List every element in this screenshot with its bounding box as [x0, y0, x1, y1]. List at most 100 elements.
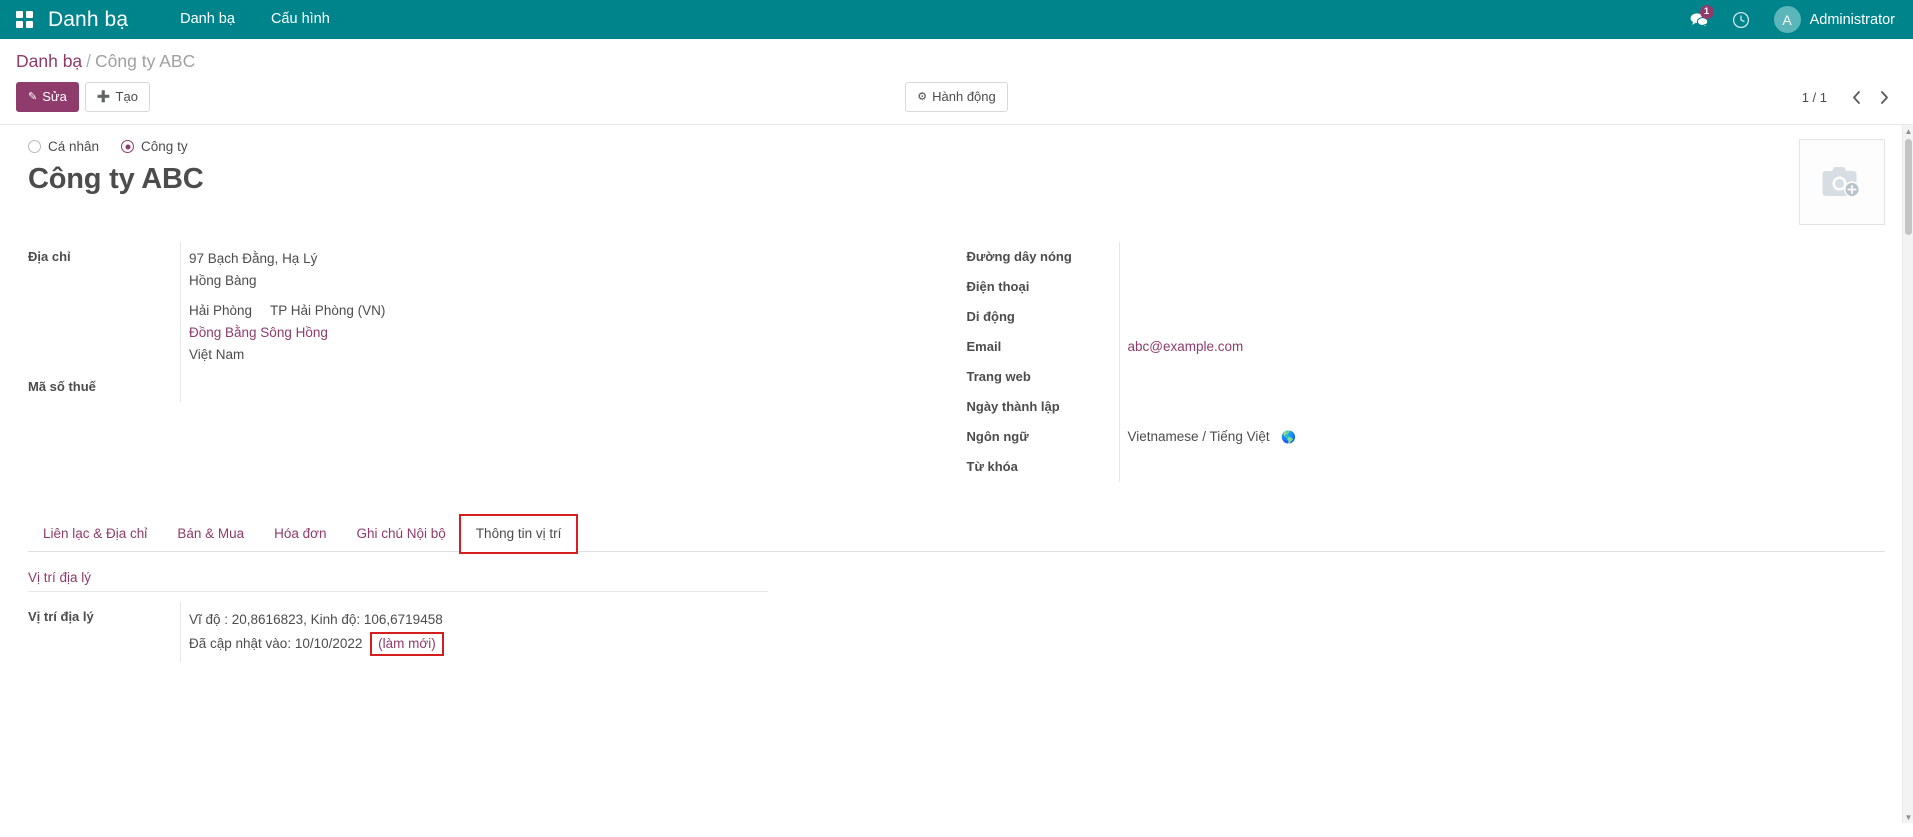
- field-tax-id-label: Mã số thuế: [28, 372, 180, 401]
- chevron-right-icon: [1880, 91, 1889, 104]
- gear-icon: ⚙: [917, 92, 927, 103]
- field-website-value[interactable]: [1119, 362, 1856, 392]
- pager: 1 / 1: [1802, 82, 1897, 108]
- action-button[interactable]: ⚙ Hành động: [905, 82, 1008, 112]
- field-hotline: Đường dây nóng: [967, 242, 1856, 272]
- camera-add-icon: [1821, 164, 1863, 200]
- breadcrumb-root[interactable]: Danh bạ: [16, 51, 82, 71]
- email-link[interactable]: abc@example.com: [1128, 339, 1244, 354]
- create-button-label: Tạo: [116, 88, 138, 106]
- radio-individual-mark: [28, 140, 41, 153]
- field-tax-id: Mã số thuế: [28, 372, 927, 402]
- field-language-value[interactable]: Vietnamese / Tiếng Việt 🌎: [1119, 422, 1856, 452]
- field-mobile: Di động: [967, 302, 1856, 332]
- tab-internal-notes[interactable]: Ghi chú Nội bộ: [342, 516, 461, 552]
- field-phone: Điện thoại: [967, 272, 1856, 302]
- field-geolocation: Vị trí địa lý Vĩ độ : 20,8616823, Kinh đ…: [28, 602, 1885, 662]
- geolocation-refresh-link[interactable]: (làm mới): [372, 634, 442, 654]
- top-navbar: Danh bạ Danh bạ Cấu hình 1 A Administrat…: [0, 0, 1913, 39]
- geolocation-section-title: Vị trí địa lý: [28, 570, 768, 592]
- tab-pane-location-info: Vị trí địa lý Vị trí địa lý Vĩ độ : 20,8…: [28, 552, 1885, 662]
- globe-icon[interactable]: 🌎: [1281, 430, 1296, 444]
- field-hotline-value[interactable]: [1119, 242, 1856, 272]
- left-field-group: Địa chỉ 97 Bạch Đằng, Hạ Lý Hồng Bàng Hả…: [28, 242, 957, 482]
- field-address: Địa chỉ 97 Bạch Đằng, Hạ Lý Hồng Bàng Hả…: [28, 242, 927, 372]
- breadcrumb-separator: /: [86, 51, 91, 71]
- menu-item-contacts[interactable]: Danh bạ: [162, 0, 253, 39]
- main-menu: Danh bạ Cấu hình: [162, 0, 348, 39]
- field-geolocation-label: Vị trí địa lý: [28, 602, 180, 631]
- address-state: TP Hải Phòng (VN): [270, 300, 385, 322]
- field-address-value[interactable]: 97 Bạch Đằng, Hạ Lý Hồng Bàng Hải Phòng …: [180, 242, 927, 372]
- partner-type-radio-group: Cá nhân Công ty: [28, 139, 1885, 154]
- field-founded-date-value[interactable]: [1119, 392, 1856, 422]
- field-email-value[interactable]: abc@example.com: [1119, 332, 1856, 362]
- field-email-label: Email: [967, 332, 1119, 361]
- radio-individual-label: Cá nhân: [48, 139, 99, 154]
- right-field-group: Đường dây nóng Điện thoại Di động Email …: [957, 242, 1886, 482]
- field-tags-value[interactable]: [1119, 452, 1856, 482]
- address-street2: Hồng Bàng: [189, 270, 927, 292]
- activities-button[interactable]: [1720, 0, 1762, 39]
- field-mobile-value[interactable]: [1119, 302, 1856, 332]
- notebook-tabs: Liên lạc & Địa chỉ Bán & Mua Hóa đơn Ghi…: [28, 516, 1885, 552]
- field-phone-value[interactable]: [1119, 272, 1856, 302]
- plus-icon: ➕: [97, 92, 111, 103]
- action-button-label: Hành động: [932, 88, 996, 106]
- control-panel-buttons-row: ✎ Sửa ➕ Tạo ⚙ Hành động 1 / 1: [16, 82, 1897, 112]
- tab-sales-purchase[interactable]: Bán & Mua: [162, 516, 259, 552]
- messages-button[interactable]: 1: [1678, 0, 1720, 39]
- pager-next-button[interactable]: [1871, 86, 1897, 108]
- navbar-right-section: 1 A Administrator: [1678, 0, 1899, 39]
- field-hotline-label: Đường dây nóng: [967, 242, 1119, 271]
- tab-location-info[interactable]: Thông tin vị trí: [461, 516, 577, 552]
- pager-previous-button[interactable]: [1843, 86, 1869, 108]
- control-panel-center: ⚙ Hành động: [16, 82, 1897, 112]
- language-value-text: Vietnamese / Tiếng Việt: [1128, 429, 1270, 444]
- address-street: 97 Bạch Đằng, Hạ Lý: [189, 248, 927, 270]
- address-region[interactable]: Đồng Bằng Sông Hồng: [189, 322, 927, 344]
- breadcrumb: Danh bạ/Công ty ABC: [16, 49, 1897, 73]
- field-tax-id-value[interactable]: [180, 372, 927, 402]
- radio-company-label: Công ty: [141, 139, 188, 154]
- field-email: Email abc@example.com: [967, 332, 1856, 362]
- address-city: Hải Phòng: [189, 300, 252, 322]
- scrollbar-thumb[interactable]: [1905, 139, 1912, 235]
- field-mobile-label: Di động: [967, 302, 1119, 331]
- vertical-scrollbar[interactable]: ▲ ▼: [1902, 125, 1913, 823]
- field-geolocation-value: Vĩ độ : 20,8616823, Kinh độ: 106,6719458…: [180, 602, 1885, 662]
- field-groups: Địa chỉ 97 Bạch Đằng, Hạ Lý Hồng Bàng Hả…: [28, 242, 1885, 482]
- apps-menu-toggle[interactable]: [0, 0, 48, 39]
- tab-invoicing[interactable]: Hóa đơn: [259, 516, 341, 552]
- user-menu[interactable]: A Administrator: [1762, 6, 1899, 33]
- app-brand-title: Danh bạ: [48, 8, 128, 32]
- field-tags: Từ khóa: [967, 452, 1856, 482]
- form-sheet-container: Cá nhân Công ty Công ty ABC Địa chỉ 97 B…: [0, 125, 1913, 823]
- create-button[interactable]: ➕ Tạo: [85, 82, 150, 112]
- field-founded-date: Ngày thành lập: [967, 392, 1856, 422]
- page-title: Công ty ABC: [28, 160, 1885, 198]
- user-name-label: Administrator: [1810, 12, 1895, 28]
- field-website-label: Trang web: [967, 362, 1119, 391]
- field-address-label: Địa chỉ: [28, 242, 180, 271]
- control-panel: Danh bạ/Công ty ABC ✎ Sửa ➕ Tạo ⚙ Hành đ…: [0, 39, 1913, 125]
- contact-image-upload[interactable]: [1799, 139, 1885, 225]
- field-phone-label: Điện thoại: [967, 272, 1119, 301]
- field-founded-date-label: Ngày thành lập: [967, 392, 1119, 421]
- geolocation-updated-text: Đã cập nhật vào: 10/10/2022: [189, 636, 362, 651]
- geolocation-updated-row: Đã cập nhật vào: 10/10/2022 (làm mới): [189, 632, 1885, 656]
- radio-company[interactable]: Công ty: [121, 139, 188, 154]
- scroll-down-arrow[interactable]: ▼: [1903, 811, 1913, 823]
- address-country: Việt Nam: [189, 344, 927, 366]
- geolocation-coordinates: Vĩ độ : 20,8616823, Kinh độ: 106,6719458: [189, 608, 1885, 632]
- chevron-left-icon: [1852, 91, 1861, 104]
- menu-item-configuration[interactable]: Cấu hình: [253, 0, 348, 39]
- field-website: Trang web: [967, 362, 1856, 392]
- breadcrumb-current: Công ty ABC: [95, 51, 195, 71]
- radio-individual[interactable]: Cá nhân: [28, 139, 99, 154]
- scroll-up-arrow[interactable]: ▲: [1903, 125, 1913, 137]
- edit-button[interactable]: ✎ Sửa: [16, 82, 79, 112]
- tab-contacts-addresses[interactable]: Liên lạc & Địa chỉ: [28, 516, 162, 552]
- field-language: Ngôn ngữ Vietnamese / Tiếng Việt 🌎: [967, 422, 1856, 452]
- record-action-buttons: ✎ Sửa ➕ Tạo: [16, 82, 150, 112]
